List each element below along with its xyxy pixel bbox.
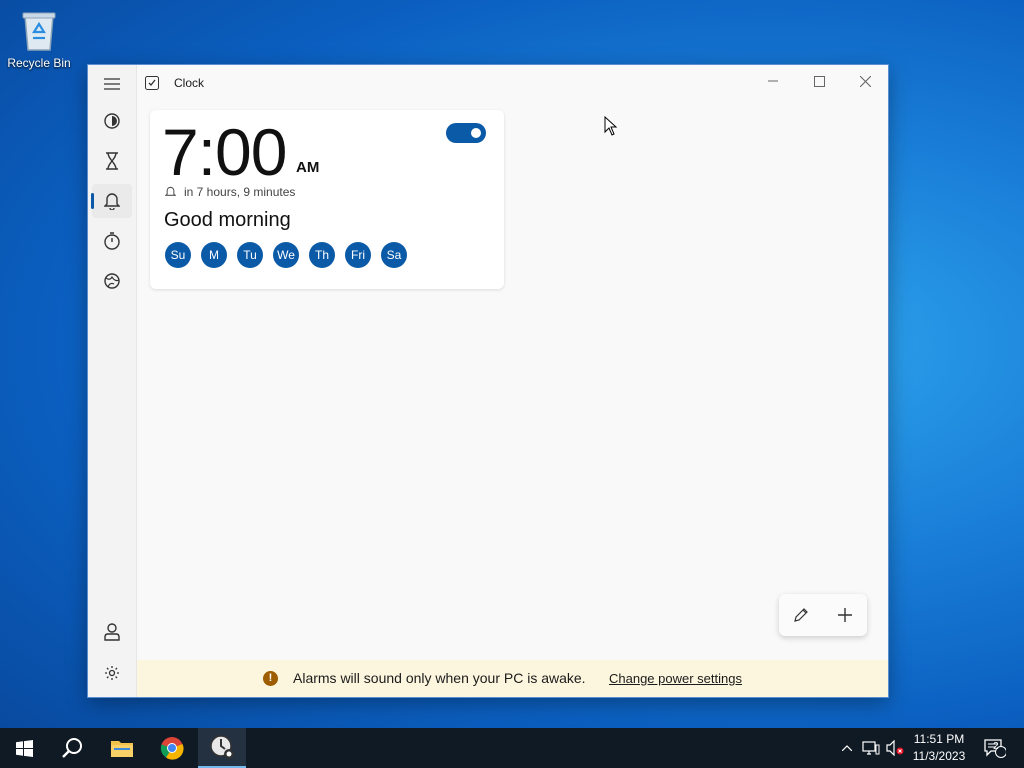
clock-taskbar-button[interactable] (198, 728, 246, 768)
day-thursday: Th (309, 242, 335, 268)
power-warning-banner: ! Alarms will sound only when your PC is… (137, 660, 888, 697)
day-monday: M (201, 242, 227, 268)
maximize-icon (813, 75, 825, 87)
taskbar-clock[interactable]: 11:51 PM 11/3/2023 (904, 731, 974, 765)
bell-icon (104, 193, 120, 210)
folder-icon (111, 741, 133, 757)
alarm-toggle[interactable] (446, 123, 486, 143)
nav-focus-sessions[interactable] (92, 104, 132, 138)
volume-tray-button[interactable] (884, 728, 906, 768)
nav-timer[interactable] (92, 144, 132, 178)
bell-icon (165, 186, 176, 196)
taskbar-time: 11:51 PM (913, 732, 965, 746)
nav-stopwatch[interactable] (92, 224, 132, 258)
nav-world-clock[interactable] (92, 264, 132, 298)
alarm-ampm: AM (296, 159, 320, 176)
chevron-up-icon (842, 745, 852, 751)
alarm-remaining-text: in 7 hours, 9 minutes (184, 185, 296, 199)
alarm-actions (779, 594, 867, 636)
nav-settings[interactable] (92, 656, 132, 690)
gear-icon (105, 666, 119, 680)
close-button[interactable] (842, 65, 888, 97)
clock-window: Clock 7:00 AM in 7 hours, 9 minutes Good… (88, 65, 888, 697)
globe-icon (104, 273, 120, 289)
change-power-settings-link[interactable]: Change power settings (609, 671, 742, 686)
add-alarm-button[interactable] (830, 600, 860, 630)
clock-app-icon (145, 76, 159, 90)
recycle-bin-desktop-icon[interactable]: Recycle Bin (6, 8, 72, 70)
hourglass-icon (106, 152, 118, 170)
edit-alarms-button[interactable] (786, 600, 816, 630)
title-bar: Clock (88, 65, 888, 101)
nav-account[interactable] (92, 615, 132, 649)
day-saturday: Sa (381, 242, 407, 268)
focus-icon (104, 113, 120, 129)
taskbar-date: 11/3/2023 (912, 749, 966, 763)
chrome-icon (160, 737, 184, 760)
notification-count: 2 (993, 741, 999, 752)
file-explorer-button[interactable] (98, 728, 146, 768)
stopwatch-icon (104, 232, 120, 250)
clock-app-taskbar-icon (210, 735, 234, 759)
person-icon (104, 623, 120, 641)
alarm-card[interactable]: 7:00 AM in 7 hours, 9 minutes Good morni… (150, 110, 504, 289)
warning-icon: ! (263, 671, 278, 686)
minimize-button[interactable] (750, 65, 796, 97)
search-icon (62, 738, 82, 758)
start-button[interactable] (0, 728, 48, 768)
alarm-remaining: in 7 hours, 9 minutes (165, 185, 295, 199)
mouse-cursor-icon (604, 115, 618, 141)
recycle-bin-icon (19, 8, 59, 52)
day-sunday: Su (165, 242, 191, 268)
network-icon (862, 741, 880, 755)
minimize-icon (768, 80, 778, 82)
notifications-button[interactable]: 2 (980, 728, 1010, 768)
network-tray-button[interactable] (860, 728, 882, 768)
navigation-pane (88, 65, 137, 697)
taskbar: 11:51 PM 11/3/2023 2 (0, 728, 1024, 768)
recycle-bin-label: Recycle Bin (7, 56, 71, 70)
alarm-time: 7:00 (162, 115, 287, 189)
toggle-knob (471, 128, 481, 138)
maximize-button[interactable] (796, 65, 842, 97)
alarm-name: Good morning (164, 209, 291, 231)
day-friday: Fri (345, 242, 371, 268)
search-button[interactable] (48, 728, 96, 768)
chrome-button[interactable] (148, 728, 196, 768)
window-title: Clock (174, 76, 205, 90)
day-tuesday: Tu (237, 242, 263, 268)
day-wednesday: We (273, 242, 299, 268)
windows-logo-icon (15, 739, 33, 757)
nav-alarm[interactable] (91, 184, 132, 218)
volume-muted-icon (886, 740, 904, 756)
show-hidden-icons-button[interactable] (838, 728, 856, 768)
plus-icon (838, 608, 852, 622)
banner-message: Alarms will sound only when your PC is a… (293, 670, 586, 686)
close-icon (859, 75, 871, 87)
pencil-icon (794, 608, 808, 622)
alarm-days: Su M Tu We Th Fri Sa (165, 242, 407, 268)
